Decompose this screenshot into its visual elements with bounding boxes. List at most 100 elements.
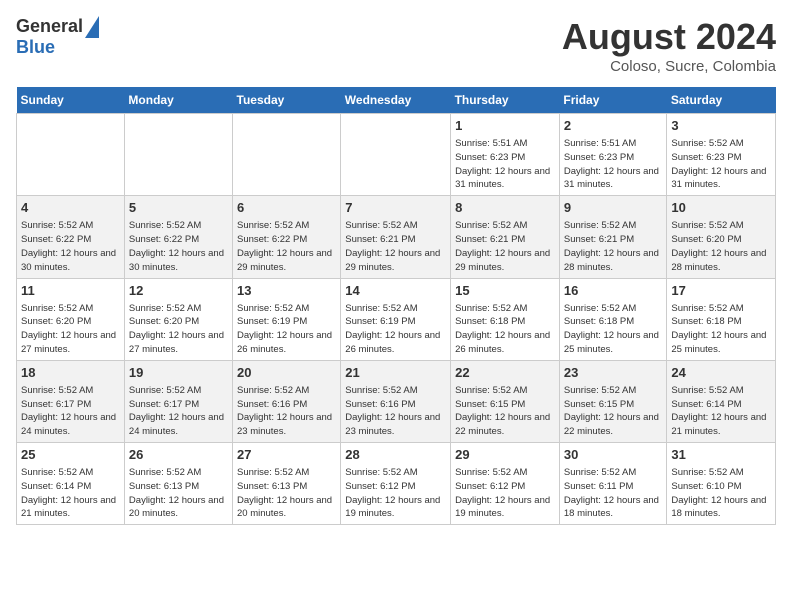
day-info: Sunrise: 5:52 AM Sunset: 6:13 PM Dayligh…: [129, 466, 228, 521]
calendar-day-cell: 25 Sunrise: 5:52 AM Sunset: 6:14 PM Dayli…: [17, 443, 125, 525]
calendar-day-cell: 15Sunrise: 5:52 AM Sunset: 6:18 PM Dayli…: [451, 278, 560, 360]
day-number: 16: [564, 282, 662, 300]
day-info: Sunrise: 5:52 AM Sunset: 6:23 PM Dayligh…: [671, 137, 771, 192]
calendar-week-row: 11 Sunrise: 5:52 AM Sunset: 6:20 PM Dayli…: [17, 278, 776, 360]
calendar-day-cell: 1 Sunrise: 5:51 AM Sunset: 6:23 PM Daylig…: [451, 114, 560, 196]
day-number: 12: [129, 282, 228, 300]
calendar-day-cell: 20 Sunrise: 5:52 AM Sunset: 6:16 PM Dayli…: [233, 360, 341, 442]
calendar-day-cell: 12 Sunrise: 5:52 AM Sunset: 6:20 PM Dayli…: [124, 278, 232, 360]
day-number: 18: [21, 364, 120, 382]
day-info: Sunrise: 5:51 AM Sunset: 6:23 PM Dayligh…: [564, 137, 662, 192]
day-number: 25: [21, 446, 120, 464]
day-info: Sunrise: 5:52 AM Sunset: 6:21 PM Dayligh…: [455, 219, 555, 274]
day-number: 28: [345, 446, 446, 464]
day-info: Sunrise: 5:52 AM Sunset: 6:19 PM Dayligh…: [345, 302, 446, 357]
day-info: Sunrise: 5:52 AM Sunset: 6:17 PM Dayligh…: [21, 384, 120, 439]
calendar-day-cell: 16 Sunrise: 5:52 AM Sunset: 6:18 PM Dayli…: [559, 278, 666, 360]
logo: General Blue: [16, 16, 99, 58]
day-of-week-header: Tuesday: [233, 87, 341, 114]
day-info: Sunrise: 5:52 AM Sunset: 6:14 PM Dayligh…: [21, 466, 120, 521]
day-number: 2: [564, 117, 662, 135]
day-info: Sunrise: 5:51 AM Sunset: 6:23 PM Dayligh…: [455, 137, 555, 192]
day-number: 3: [671, 117, 771, 135]
day-info: Sunrise: 5:52 AM Sunset: 6:18 PM Dayligh…: [671, 302, 771, 357]
calendar-day-cell: 6 Sunrise: 5:52 AM Sunset: 6:22 PM Daylig…: [233, 196, 341, 278]
day-number: 6: [237, 199, 336, 217]
day-info: Sunrise: 5:52 AM Sunset: 6:15 PM Dayligh…: [455, 384, 555, 439]
day-number: 10: [671, 199, 771, 217]
day-info: Sunrise: 5:52 AM Sunset: 6:20 PM Dayligh…: [129, 302, 228, 357]
calendar-day-cell: 30Sunrise: 5:52 AM Sunset: 6:11 PM Dayli…: [559, 443, 666, 525]
calendar-day-cell: 4Sunrise: 5:52 AM Sunset: 6:22 PM Daylig…: [17, 196, 125, 278]
calendar-day-cell: [233, 114, 341, 196]
day-info: Sunrise: 5:52 AM Sunset: 6:18 PM Dayligh…: [455, 302, 555, 357]
calendar-week-row: 1 Sunrise: 5:51 AM Sunset: 6:23 PM Daylig…: [17, 114, 776, 196]
day-number: 21: [345, 364, 446, 382]
page-header: General Blue August 2024 Coloso, Sucre, …: [16, 16, 776, 75]
calendar-day-cell: 14 Sunrise: 5:52 AM Sunset: 6:19 PM Dayli…: [341, 278, 451, 360]
day-number: 23: [564, 364, 662, 382]
day-info: Sunrise: 5:52 AM Sunset: 6:21 PM Dayligh…: [345, 219, 446, 274]
day-info: Sunrise: 5:52 AM Sunset: 6:22 PM Dayligh…: [237, 219, 336, 274]
calendar-day-cell: 26 Sunrise: 5:52 AM Sunset: 6:13 PM Dayli…: [124, 443, 232, 525]
day-number: 19: [129, 364, 228, 382]
day-number: 11: [21, 282, 120, 300]
day-info: Sunrise: 5:52 AM Sunset: 6:22 PM Dayligh…: [129, 219, 228, 274]
day-number: 1: [455, 117, 555, 135]
day-number: 26: [129, 446, 228, 464]
calendar-day-cell: 17 Sunrise: 5:52 AM Sunset: 6:18 PM Dayli…: [667, 278, 776, 360]
day-info: Sunrise: 5:52 AM Sunset: 6:10 PM Dayligh…: [671, 466, 771, 521]
day-info: Sunrise: 5:52 AM Sunset: 6:12 PM Dayligh…: [345, 466, 446, 521]
day-info: Sunrise: 5:52 AM Sunset: 6:22 PM Dayligh…: [21, 219, 120, 274]
day-info: Sunrise: 5:52 AM Sunset: 6:17 PM Dayligh…: [129, 384, 228, 439]
location-subtitle: Coloso, Sucre, Colombia: [562, 58, 776, 75]
calendar-day-cell: 3 Sunrise: 5:52 AM Sunset: 6:23 PM Daylig…: [667, 114, 776, 196]
calendar-day-cell: 29 Sunrise: 5:52 AM Sunset: 6:12 PM Dayli…: [451, 443, 560, 525]
day-of-week-header: Saturday: [667, 87, 776, 114]
day-number: 9: [564, 199, 662, 217]
day-number: 7: [345, 199, 446, 217]
calendar-header-row: SundayMondayTuesdayWednesdayThursdayFrid…: [17, 87, 776, 114]
day-number: 20: [237, 364, 336, 382]
calendar-day-cell: 21Sunrise: 5:52 AM Sunset: 6:16 PM Dayli…: [341, 360, 451, 442]
day-number: 17: [671, 282, 771, 300]
day-info: Sunrise: 5:52 AM Sunset: 6:16 PM Dayligh…: [237, 384, 336, 439]
day-info: Sunrise: 5:52 AM Sunset: 6:11 PM Dayligh…: [564, 466, 662, 521]
day-info: Sunrise: 5:52 AM Sunset: 6:20 PM Dayligh…: [671, 219, 771, 274]
calendar-day-cell: 28 Sunrise: 5:52 AM Sunset: 6:12 PM Dayli…: [341, 443, 451, 525]
logo-general-text: General: [16, 17, 83, 37]
calendar-table: SundayMondayTuesdayWednesdayThursdayFrid…: [16, 87, 776, 525]
day-info: Sunrise: 5:52 AM Sunset: 6:14 PM Dayligh…: [671, 384, 771, 439]
calendar-day-cell: 27Sunrise: 5:52 AM Sunset: 6:13 PM Dayli…: [233, 443, 341, 525]
calendar-day-cell: 8 Sunrise: 5:52 AM Sunset: 6:21 PM Daylig…: [451, 196, 560, 278]
day-of-week-header: Monday: [124, 87, 232, 114]
day-of-week-header: Sunday: [17, 87, 125, 114]
day-info: Sunrise: 5:52 AM Sunset: 6:13 PM Dayligh…: [237, 466, 336, 521]
calendar-day-cell: 11 Sunrise: 5:52 AM Sunset: 6:20 PM Dayli…: [17, 278, 125, 360]
calendar-day-cell: [124, 114, 232, 196]
month-title: August 2024: [562, 16, 776, 58]
calendar-week-row: 25 Sunrise: 5:52 AM Sunset: 6:14 PM Dayli…: [17, 443, 776, 525]
calendar-day-cell: 10 Sunrise: 5:52 AM Sunset: 6:20 PM Dayli…: [667, 196, 776, 278]
day-number: 5: [129, 199, 228, 217]
day-number: 29: [455, 446, 555, 464]
calendar-day-cell: 24 Sunrise: 5:52 AM Sunset: 6:14 PM Dayli…: [667, 360, 776, 442]
day-info: Sunrise: 5:52 AM Sunset: 6:20 PM Dayligh…: [21, 302, 120, 357]
day-info: Sunrise: 5:52 AM Sunset: 6:19 PM Dayligh…: [237, 302, 336, 357]
calendar-day-cell: 13Sunrise: 5:52 AM Sunset: 6:19 PM Dayli…: [233, 278, 341, 360]
day-info: Sunrise: 5:52 AM Sunset: 6:12 PM Dayligh…: [455, 466, 555, 521]
calendar-day-cell: 5 Sunrise: 5:52 AM Sunset: 6:22 PM Daylig…: [124, 196, 232, 278]
calendar-day-cell: [341, 114, 451, 196]
calendar-day-cell: 23 Sunrise: 5:52 AM Sunset: 6:15 PM Dayli…: [559, 360, 666, 442]
calendar-day-cell: 22Sunrise: 5:52 AM Sunset: 6:15 PM Dayli…: [451, 360, 560, 442]
day-info: Sunrise: 5:52 AM Sunset: 6:21 PM Dayligh…: [564, 219, 662, 274]
day-info: Sunrise: 5:52 AM Sunset: 6:18 PM Dayligh…: [564, 302, 662, 357]
calendar-day-cell: 18 Sunrise: 5:52 AM Sunset: 6:17 PM Dayli…: [17, 360, 125, 442]
day-of-week-header: Thursday: [451, 87, 560, 114]
day-number: 14: [345, 282, 446, 300]
day-number: 8: [455, 199, 555, 217]
day-info: Sunrise: 5:52 AM Sunset: 6:15 PM Dayligh…: [564, 384, 662, 439]
calendar-day-cell: 9 Sunrise: 5:52 AM Sunset: 6:21 PM Daylig…: [559, 196, 666, 278]
day-number: 24: [671, 364, 771, 382]
calendar-day-cell: 31Sunrise: 5:52 AM Sunset: 6:10 PM Dayli…: [667, 443, 776, 525]
